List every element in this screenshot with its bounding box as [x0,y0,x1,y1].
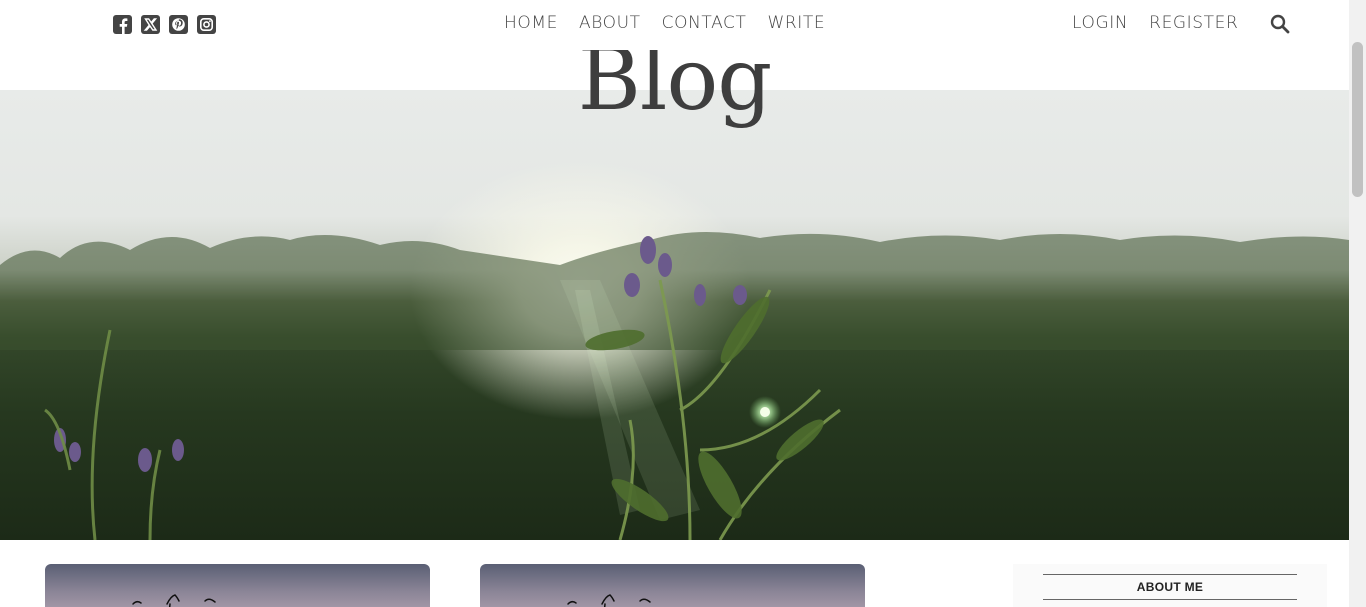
facebook-icon[interactable] [113,15,132,34]
about-me-heading: ABOUT ME [1043,574,1297,600]
search-icon[interactable] [1270,14,1290,38]
post-card-image[interactable] [480,564,865,607]
nav-home[interactable]: HOME [504,13,558,33]
hero-image [0,90,1349,540]
page: HOME ABOUT CONTACT WRITE LOGIN REGISTER [0,0,1349,607]
scrollbar-thumb[interactable] [1352,42,1363,197]
page-scrollbar[interactable] [1349,0,1366,607]
nav-contact[interactable]: CONTACT [662,13,747,33]
post-card-image[interactable] [45,564,430,607]
x-twitter-icon[interactable] [141,15,160,34]
nav-write[interactable]: WRITE [767,13,825,33]
main-nav: HOME ABOUT CONTACT WRITE [504,13,825,33]
social-links [113,15,216,34]
top-bar: HOME ABOUT CONTACT WRITE LOGIN REGISTER [0,0,1349,50]
instagram-icon[interactable] [197,15,216,34]
nav-about[interactable]: ABOUT [579,13,641,33]
register-link[interactable]: REGISTER [1149,13,1238,33]
pinterest-icon[interactable] [169,15,188,34]
sidebar: ABOUT ME [1013,564,1327,607]
login-link[interactable]: LOGIN [1072,13,1128,33]
auth-links: LOGIN REGISTER [1072,13,1238,33]
